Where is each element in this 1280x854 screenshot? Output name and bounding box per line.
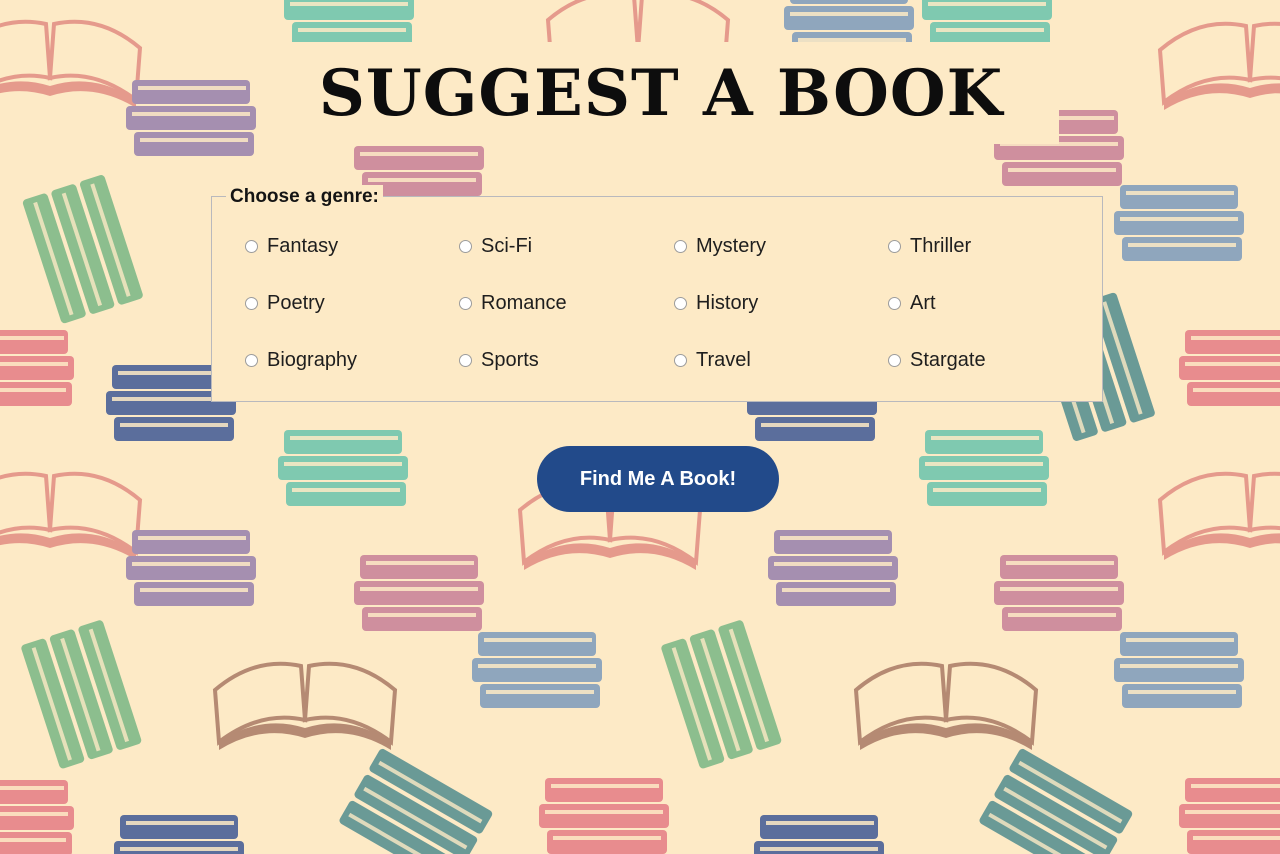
genre-label: Sci-Fi (481, 235, 533, 257)
genre-option-mystery[interactable]: Mystery (674, 234, 766, 258)
genre-label: Art (910, 292, 936, 314)
radio-button[interactable] (459, 353, 472, 367)
genre-label: Stargate (910, 349, 986, 371)
genre-label: Poetry (267, 292, 325, 314)
genre-option-romance[interactable]: Romance (459, 291, 567, 315)
genre-option-stargate[interactable]: Stargate (888, 348, 986, 372)
radio-button[interactable] (459, 239, 472, 253)
genre-label: Thriller (910, 235, 972, 257)
genre-option-fantasy[interactable]: Fantasy (245, 234, 338, 258)
genre-legend: Choose a genre: (226, 185, 383, 209)
find-me-a-book-button[interactable]: Find Me A Book! (537, 446, 779, 512)
genre-label: Romance (481, 292, 567, 314)
genre-option-sports[interactable]: Sports (459, 348, 539, 372)
page-title: SUGGEST A BOOK (318, 55, 1004, 131)
genre-label: Sports (481, 349, 539, 371)
genre-option-poetry[interactable]: Poetry (245, 291, 325, 315)
radio-button[interactable] (459, 296, 472, 310)
radio-button[interactable] (674, 239, 687, 253)
radio-button[interactable] (888, 239, 901, 253)
genre-fieldset: Choose a genre: Fantasy Sci-Fi Mystery T… (211, 185, 1103, 402)
radio-button[interactable] (888, 353, 901, 367)
genre-label: Fantasy (267, 235, 339, 257)
genre-option-history[interactable]: History (674, 291, 758, 315)
genre-label: Travel (696, 349, 751, 371)
radio-button[interactable] (674, 353, 687, 367)
radio-button[interactable] (888, 296, 901, 310)
genre-option-thriller[interactable]: Thriller (888, 234, 971, 258)
genre-option-biography[interactable]: Biography (245, 348, 357, 372)
radio-button[interactable] (245, 296, 258, 310)
genre-label: History (696, 292, 759, 314)
radio-button[interactable] (245, 239, 258, 253)
genre-option-travel[interactable]: Travel (674, 348, 751, 372)
radio-button[interactable] (245, 353, 258, 367)
genre-label: Biography (267, 349, 358, 371)
genre-option-art[interactable]: Art (888, 291, 936, 315)
genre-option-sci-fi[interactable]: Sci-Fi (459, 234, 532, 258)
genre-label: Mystery (696, 235, 766, 257)
radio-button[interactable] (674, 296, 687, 310)
title-banner: SUGGEST A BOOK (263, 42, 1059, 144)
